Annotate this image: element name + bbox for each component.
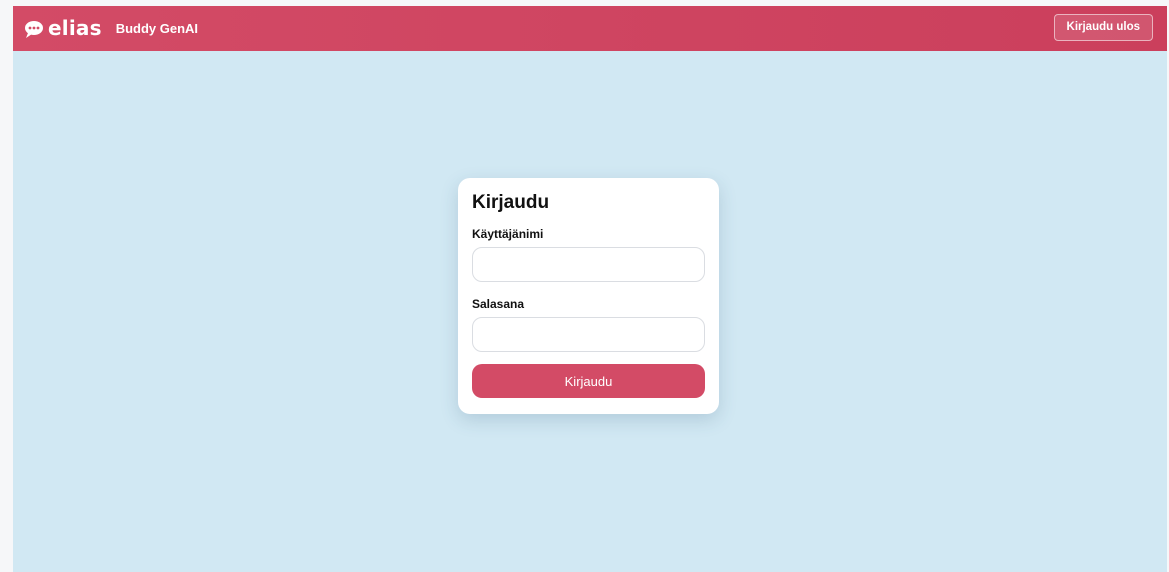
login-submit-button[interactable]: Kirjaudu bbox=[472, 364, 705, 398]
login-title: Kirjaudu bbox=[472, 192, 550, 213]
brand-logo-text: elias bbox=[48, 15, 102, 40]
password-label: Salasana bbox=[472, 297, 525, 311]
login-card: Kirjaudu Käyttäjänimi Salasana Kirjaudu bbox=[458, 178, 719, 414]
brand: elias Buddy GenAI bbox=[23, 6, 198, 51]
app-window: elias Buddy GenAI Kirjaudu ulos Kirjaudu… bbox=[13, 6, 1167, 572]
top-navigation-bar: elias Buddy GenAI Kirjaudu ulos bbox=[13, 6, 1167, 51]
password-field[interactable] bbox=[472, 317, 705, 352]
speech-bubble-icon bbox=[23, 18, 45, 40]
app-title: Buddy GenAI bbox=[115, 21, 199, 36]
logout-button[interactable]: Kirjaudu ulos bbox=[1053, 14, 1153, 41]
username-field[interactable] bbox=[472, 247, 705, 282]
username-label: Käyttäjänimi bbox=[472, 227, 544, 241]
